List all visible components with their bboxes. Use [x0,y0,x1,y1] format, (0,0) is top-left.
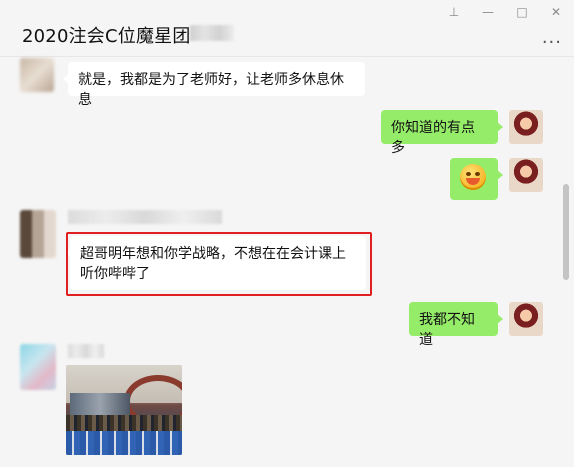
amusement-park-photo-icon[interactable] [66,365,182,455]
avatar[interactable] [509,110,543,144]
chat-title: 2020注会C位魔星团 [22,26,191,47]
minimize-icon[interactable]: — [478,4,498,20]
message-text: 我都不知道 [419,312,475,348]
avatar[interactable] [20,58,54,92]
title-redacted-blur [190,25,234,41]
incoming-message-bubble[interactable]: 就是，我都是为了老师好，让老师多休息休息 [63,62,365,108]
sender-name-redacted [68,344,104,358]
outgoing-message-bubble[interactable]: 我都不知道 [409,302,503,348]
sender-name-redacted [68,210,222,224]
avatar[interactable] [20,344,56,390]
pin-icon[interactable]: ⊥ [444,4,464,20]
title-bar: 2020注会C位魔星团 ⊥ — □ ✕ ... [0,0,574,57]
red-highlight-box [66,232,372,296]
avatar[interactable] [509,302,543,336]
message-text: 你知道的有点多 [391,120,475,156]
more-options-icon[interactable]: ... [542,29,562,47]
avatar[interactable] [20,210,56,258]
maximize-icon[interactable]: □ [512,4,532,20]
avatar[interactable] [509,158,543,192]
close-icon[interactable]: ✕ [546,4,566,20]
grinning-face-emoji-icon [460,164,486,190]
outgoing-message-bubble[interactable]: 你知道的有点多 [381,110,503,156]
message-text: 就是，我都是为了老师好，让老师多休息休息 [78,72,344,108]
scrollbar[interactable] [563,184,569,280]
